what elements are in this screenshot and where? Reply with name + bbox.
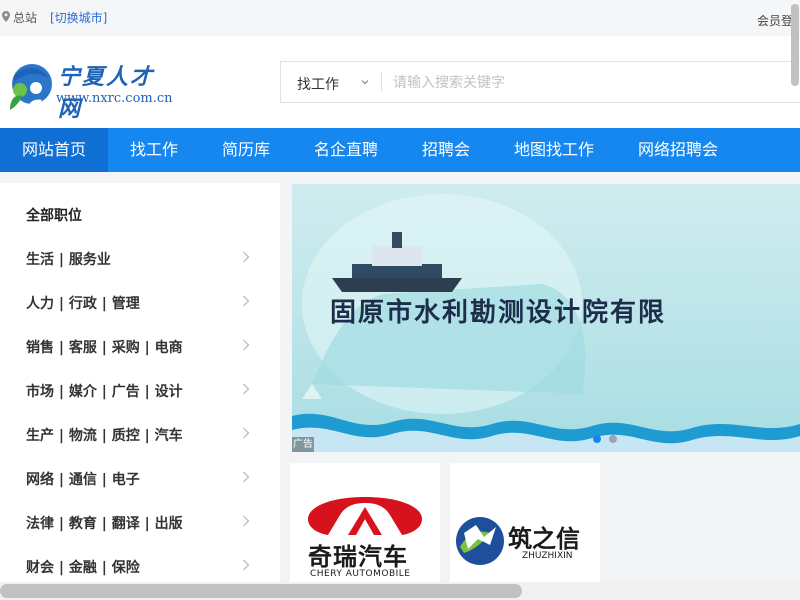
category-label: 市场 | 媒介 | 广告 | 设计 (26, 384, 183, 400)
banner-headline: 固原市水利勘测设计院有限 (330, 298, 667, 328)
search-box: 找工作 (280, 61, 800, 103)
vertical-scrollbar-thumb[interactable] (791, 4, 799, 86)
carousel-dot-1[interactable] (593, 435, 601, 443)
sidebar-title: 全部职位 (26, 208, 82, 224)
switch-city-link[interactable]: [切换城市] (50, 9, 107, 26)
chevron-right-icon (243, 427, 250, 439)
header: 宁夏人才网 www.nxrc.com.cn 找工作 (0, 36, 800, 128)
company-card-chery[interactable]: 奇瑞汽车 CHERY AUTOMOBILE (290, 463, 440, 583)
ad-tag: 广告 (292, 437, 314, 452)
category-label: 人力 | 行政 | 管理 (26, 296, 140, 312)
member-login-link[interactable]: 会员登 (757, 12, 793, 29)
chevron-right-icon (243, 559, 250, 571)
job-category-sidebar: 全部职位 生活 | 服务业 人力 | 行政 | 管理 销售 | 客服 | 采购 … (0, 183, 280, 600)
category-item-production[interactable]: 生产 | 物流 | 质控 | 汽车 (0, 425, 280, 469)
chevron-right-icon (243, 339, 250, 351)
logo-url: www.nxrc.com.cn (56, 91, 173, 106)
category-item-network[interactable]: 网络 | 通信 | 电子 (0, 469, 280, 513)
company-card-zhuzhixin[interactable]: 筑之信 ZHUZHIXIN (450, 463, 600, 583)
horizontal-scrollbar-thumb[interactable] (0, 584, 522, 598)
company-name: 奇瑞汽车 (308, 543, 408, 571)
chevron-right-icon (243, 471, 250, 483)
category-label: 法律 | 教育 | 翻译 | 出版 (26, 516, 183, 532)
chevron-down-icon[interactable] (361, 78, 369, 86)
top-bar: 总站 [切换城市] 会员登 (0, 0, 800, 36)
chevron-right-icon (243, 295, 250, 307)
nav-item-famous-companies[interactable]: 名企直聘 (292, 128, 400, 172)
search-type-select[interactable]: 找工作 (297, 74, 339, 94)
nav-item-resume-library[interactable]: 简历库 (200, 128, 292, 172)
category-label: 生产 | 物流 | 质控 | 汽车 (26, 428, 183, 444)
category-item-law-education[interactable]: 法律 | 教育 | 翻译 | 出版 (0, 513, 280, 557)
carousel-dot-2[interactable] (609, 435, 617, 443)
logo-mark-icon (10, 64, 52, 112)
main-nav: 网站首页 找工作 简历库 名企直聘 招聘会 地图找工作 网络招聘会 (0, 128, 800, 172)
category-label: 生活 | 服务业 (26, 252, 111, 268)
nav-item-online-job-fair[interactable]: 网络招聘会 (616, 128, 740, 172)
nav-item-home[interactable]: 网站首页 (0, 128, 108, 172)
chevron-right-icon (243, 515, 250, 527)
search-input[interactable] (393, 71, 793, 95)
ad-banner-carousel[interactable]: 固原市水利勘测设计院有限 广告 (292, 184, 800, 452)
category-label: 销售 | 客服 | 采购 | 电商 (26, 340, 183, 356)
category-item-marketing[interactable]: 市场 | 媒介 | 广告 | 设计 (0, 381, 280, 425)
site-logo[interactable]: 宁夏人才网 www.nxrc.com.cn (2, 56, 173, 122)
category-item-sales[interactable]: 销售 | 客服 | 采购 | 电商 (0, 337, 280, 381)
category-item-life-service[interactable]: 生活 | 服务业 (0, 249, 280, 293)
category-label: 网络 | 通信 | 电子 (26, 472, 140, 488)
company-subtitle: CHERY AUTOMOBILE (310, 569, 411, 579)
nav-item-job-fair[interactable]: 招聘会 (400, 128, 492, 172)
company-subtitle: ZHUZHIXIN (522, 551, 573, 561)
company-name: 筑之信 (508, 525, 580, 553)
category-label: 财会 | 金融 | 保险 (26, 560, 140, 576)
current-location: 总站 (13, 11, 38, 25)
category-item-hr-admin[interactable]: 人力 | 行政 | 管理 (0, 293, 280, 337)
nav-item-find-job[interactable]: 找工作 (108, 128, 200, 172)
chevron-right-icon (243, 383, 250, 395)
nav-item-map-job-search[interactable]: 地图找工作 (492, 128, 616, 172)
location-pin-icon (2, 11, 10, 22)
chevron-right-icon (243, 251, 250, 263)
search-divider (381, 72, 382, 92)
